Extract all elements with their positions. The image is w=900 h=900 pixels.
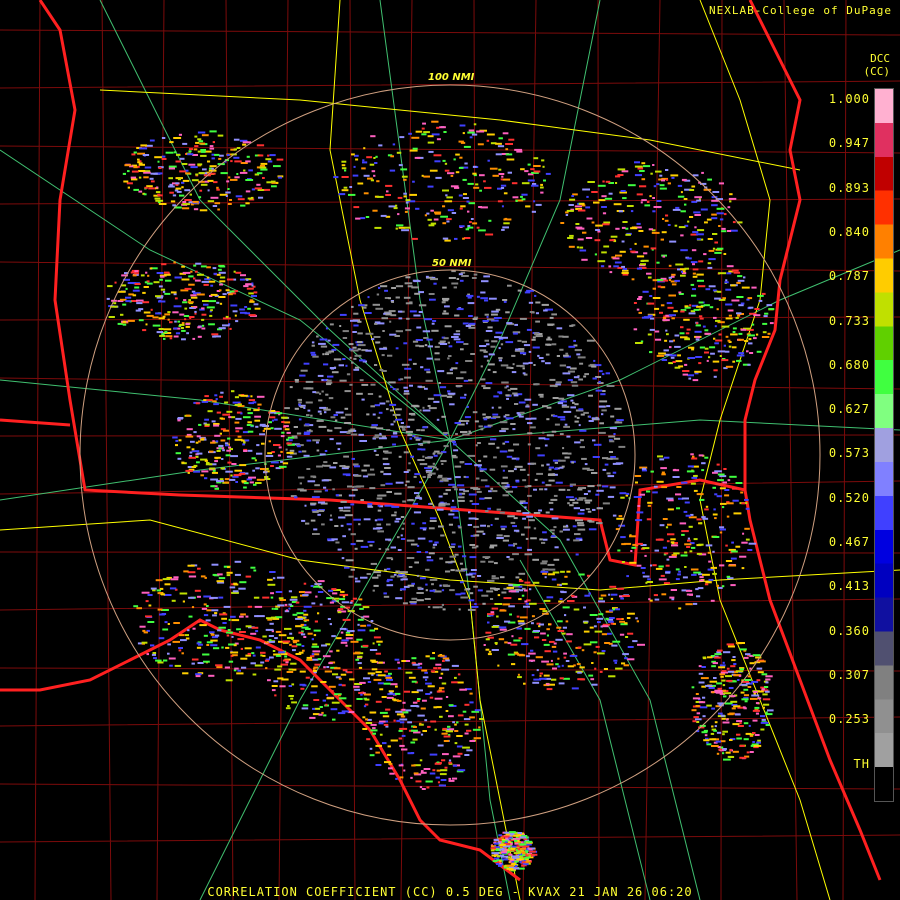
radar-map[interactable] xyxy=(0,0,900,900)
colorbar xyxy=(874,88,894,802)
colorbar-tick-label: TH xyxy=(853,756,870,771)
road-network xyxy=(0,0,900,900)
credit-text: NEXLAB-College of DuPage xyxy=(709,4,892,17)
colorbar-tick-label: 0.253 xyxy=(828,712,870,727)
colorbar-tick-label: 0.467 xyxy=(828,535,870,549)
colorbar-tick-label: 0.413 xyxy=(828,579,870,594)
state-borders xyxy=(0,0,882,882)
colorbar-tick-label: 0.787 xyxy=(828,269,870,284)
colorbar-tick-label: 0.520 xyxy=(828,490,870,505)
county-lines xyxy=(0,0,900,900)
colorbar-tick-label: 0.360 xyxy=(828,623,870,638)
product-code: DCC (CC) xyxy=(864,52,891,78)
highway-network xyxy=(0,0,900,900)
colorbar-tick-label: 0.307 xyxy=(828,667,870,682)
product-footer: CORRELATION COEFFICIENT (CC) 0.5 DEG - K… xyxy=(207,885,693,899)
colorbar-tick-label: 0.573 xyxy=(828,446,870,461)
colorbar-tick-label: 0.947 xyxy=(828,136,870,151)
colorbar-tick-label: 0.733 xyxy=(828,313,870,328)
colorbar-tick-label: 0.893 xyxy=(828,180,870,195)
product-code-line1: DCC xyxy=(870,52,890,65)
colorbar-tick-label: 0.680 xyxy=(828,357,870,372)
colorbar-tick-label: 0.627 xyxy=(828,402,870,417)
colorbar-tick-label: 0.840 xyxy=(828,224,870,239)
ring-label-50: 50 NMI xyxy=(432,258,472,269)
ring-label-100: 100 NMI xyxy=(428,72,475,83)
colorbar-ticks: 1.000 0.947 0.893 0.840 0.787 0.733 0.680 0.627… xyxy=(820,92,870,800)
colorbar-tick-label: 1.000 xyxy=(828,92,870,106)
product-code-line2: (CC) xyxy=(863,65,891,78)
